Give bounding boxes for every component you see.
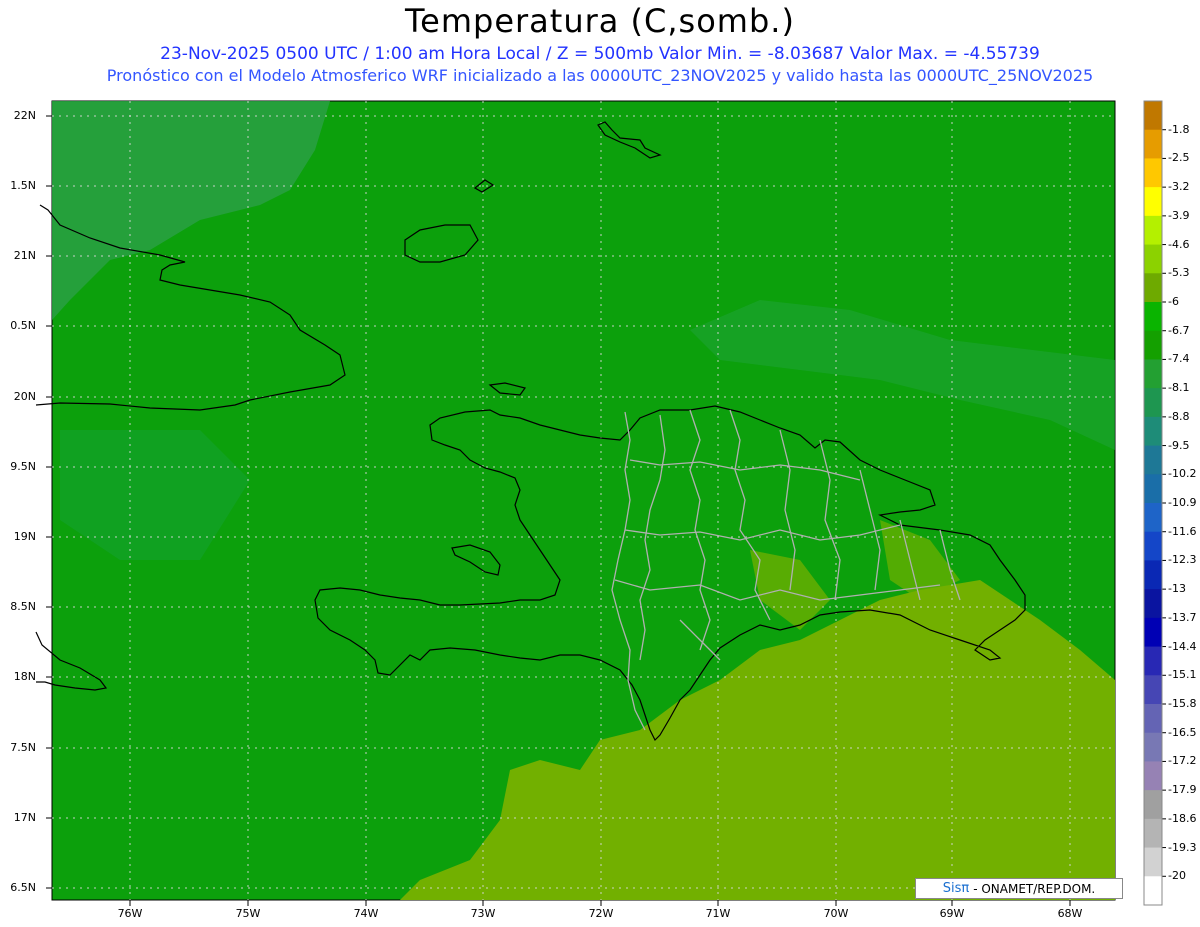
lat-label-17-5n: 7.5N [10, 741, 36, 754]
colorbar-label: -8.8 [1168, 409, 1190, 423]
colorbar-swatch [1144, 704, 1162, 734]
lat-label-16-5n: 6.5N [10, 881, 36, 894]
lat-label-18-5n: 8.5N [10, 600, 36, 613]
lon-label-75w: 75W [235, 907, 261, 920]
colorbar-label: -13 [1168, 582, 1186, 596]
colorbar-label: -15.8 [1168, 697, 1197, 710]
colorbar-label: -4.6 [1168, 237, 1190, 251]
lat-label-21-5n: 1.5N [10, 179, 36, 192]
credit-text: - ONAMET/REP.DOM. [973, 881, 1096, 896]
colorbar [1144, 101, 1166, 906]
lon-label-71w: 71W [705, 907, 731, 920]
colorbar-label: -10.9 [1168, 496, 1197, 509]
lat-label-21n: 21N [13, 249, 36, 262]
colorbar-swatch [1144, 732, 1162, 762]
lon-label-68w: 68W [1057, 907, 1083, 920]
lat-label-20-5n: 0.5N [10, 319, 36, 332]
colorbar-swatch [1144, 187, 1162, 217]
colorbar-swatch [1144, 101, 1162, 131]
colorbar-label: -3.9 [1168, 208, 1190, 222]
lon-label-70w: 70W [823, 907, 849, 920]
colorbar-swatch [1144, 129, 1162, 159]
colorbar-swatch [1144, 675, 1162, 705]
colorbar-swatch [1144, 244, 1162, 274]
colorbar-swatch [1144, 416, 1162, 447]
colorbar-label: -6.7 [1168, 323, 1190, 337]
lat-label-20n: 20N [13, 390, 36, 403]
colorbar-swatch [1144, 560, 1162, 590]
colorbar-label: -16.5 [1168, 725, 1197, 739]
colorbar-label: -7.4 [1168, 352, 1190, 366]
colorbar-label: -9.5 [1168, 438, 1190, 452]
colorbar-swatch [1144, 876, 1162, 906]
colorbar-label: -13.7 [1168, 610, 1197, 624]
colorbar-label: -20 [1168, 869, 1186, 883]
colorbar-label: -17.9 [1168, 783, 1197, 797]
colorbar-label: -6 [1168, 295, 1179, 308]
colorbar-swatch [1144, 847, 1162, 877]
colorbar-label: -18.6 [1168, 811, 1197, 825]
lat-label-18n: 18N [13, 670, 36, 683]
colorbar-swatch [1144, 589, 1162, 619]
colorbar-label: -15.1 [1168, 668, 1197, 682]
lon-label-74w: 74W [353, 907, 379, 920]
colorbar-swatch [1144, 474, 1162, 504]
colorbar-swatch [1144, 646, 1162, 676]
colorbar-label: -3.2 [1168, 180, 1190, 194]
colorbar-swatch [1144, 818, 1162, 849]
colorbar-swatch [1144, 761, 1162, 791]
lat-label-22n: 22N [13, 109, 36, 122]
colorbar-swatch [1144, 273, 1162, 303]
colorbar-label: -10.2 [1168, 467, 1197, 481]
lon-label-73w: 73W [470, 907, 496, 920]
colorbar-label: -12.3 [1168, 553, 1197, 567]
lat-label-19-5n: 9.5N [10, 460, 36, 473]
lat-label-17n: 17N [13, 811, 36, 824]
colorbar-swatch [1144, 531, 1162, 561]
colorbar-swatch [1144, 359, 1162, 389]
colorbar-swatch [1144, 445, 1162, 475]
colorbar-label: -8.1 [1168, 381, 1190, 395]
colorbar-label: -2.5 [1168, 151, 1190, 165]
colorbar-swatch [1144, 790, 1162, 820]
lon-label-72w: 72W [588, 907, 614, 920]
colorbar-label: -5.3 [1168, 266, 1190, 280]
lon-label-76w: 76W [117, 907, 143, 920]
colorbar-swatch [1144, 158, 1162, 188]
colorbar-label: -17.2 [1168, 754, 1197, 768]
temperature-map [35, 100, 1166, 906]
colorbar-label: -1.8 [1168, 122, 1190, 136]
colorbar-label: -11.6 [1168, 524, 1197, 538]
colorbar-label: -19.3 [1168, 840, 1197, 854]
colorbar-swatch [1144, 330, 1162, 360]
sispi-logo: Sisπ [942, 881, 970, 896]
lat-label-19n: 19N [13, 530, 36, 543]
colorbar-swatch [1144, 388, 1162, 418]
colorbar-swatch [1144, 302, 1162, 332]
colorbar-swatch [1144, 617, 1162, 648]
colorbar-swatch [1144, 215, 1162, 246]
lon-label-69w: 69W [939, 907, 965, 920]
credit-box: Sisπ - ONAMET/REP.DOM. [915, 878, 1123, 899]
colorbar-swatch [1144, 503, 1162, 533]
colorbar-label: -14.4 [1168, 639, 1197, 653]
